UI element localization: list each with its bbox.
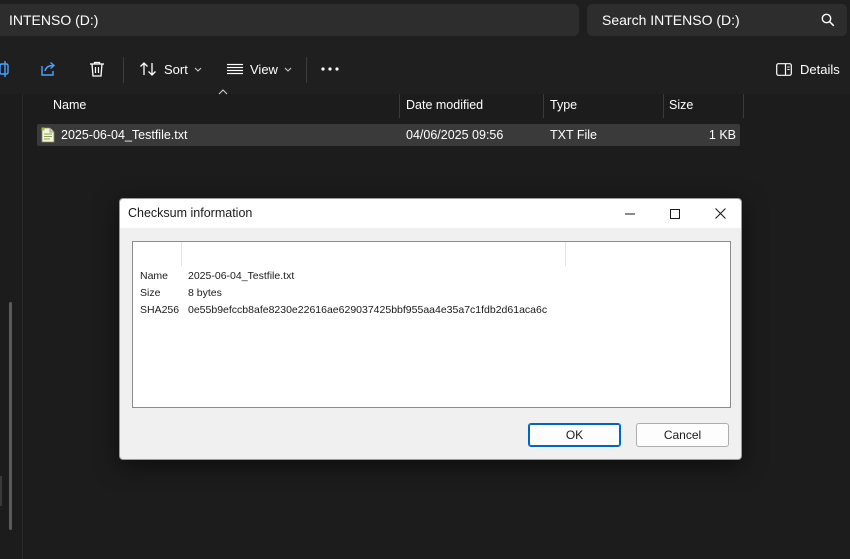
column-divider[interactable]: [743, 94, 744, 118]
size-value: 8 bytes: [188, 287, 222, 299]
details-pane-icon: [776, 62, 792, 76]
command-bar: Sort View Details: [0, 44, 850, 94]
file-size: 1 KB: [708, 128, 736, 142]
search-icon[interactable]: [821, 13, 835, 27]
address-path: INTENSO (D:): [9, 12, 99, 28]
name-value: 2025-06-04_Testfile.txt: [188, 270, 295, 282]
chevron-down-icon: [284, 67, 292, 72]
more-icon: [321, 67, 339, 71]
address-bar[interactable]: INTENSO (D:): [0, 4, 579, 36]
share-icon: [41, 61, 56, 76]
sort-button[interactable]: Sort: [139, 44, 202, 94]
dialog-titlebar[interactable]: Checksum information: [120, 199, 741, 228]
rename-button[interactable]: [0, 44, 14, 94]
rename-icon: [0, 61, 9, 77]
search-box[interactable]: Search INTENSO (D:): [587, 4, 847, 36]
sort-icon: [140, 62, 156, 76]
close-button[interactable]: [697, 199, 743, 228]
file-date-modified: 04/06/2025 09:56: [406, 128, 504, 142]
view-label: View: [250, 61, 278, 77]
minimize-button[interactable]: [607, 199, 653, 228]
sort-ascending-caret-icon: [218, 89, 228, 95]
more-options-button[interactable]: [321, 44, 341, 94]
column-header-type[interactable]: Type: [550, 94, 577, 118]
maximize-icon: [670, 208, 680, 219]
maximize-button[interactable]: [652, 199, 698, 228]
hash-value: 0e55b9efccb8afe8230e22616ae629037425bbf9…: [188, 304, 548, 316]
details-label: Details: [800, 61, 840, 77]
column-header-date-modified[interactable]: Date modified: [406, 94, 483, 118]
toolbar-divider: [123, 57, 124, 83]
dialog-title: Checksum information: [128, 206, 253, 220]
column-divider[interactable]: [663, 94, 664, 118]
column-divider[interactable]: [399, 94, 400, 118]
file-name: 2025-06-04_Testfile.txt: [61, 128, 188, 142]
chevron-down-icon: [194, 67, 202, 72]
view-button[interactable]: View: [227, 44, 292, 94]
details-pane-button[interactable]: Details: [776, 44, 840, 94]
ok-button[interactable]: OK: [528, 423, 621, 447]
column-header-size[interactable]: Size: [669, 94, 693, 118]
name-label: Name: [140, 270, 169, 282]
address-bar-area: INTENSO (D:) Search INTENSO (D:): [0, 0, 850, 44]
checksum-list[interactable]: Name 2025-06-04_Testfile.txt Size 8 byte…: [132, 241, 731, 408]
toolbar-divider: [306, 57, 307, 83]
delete-button[interactable]: [88, 44, 108, 94]
trash-icon: [90, 61, 104, 77]
text-file-icon: [41, 127, 55, 143]
navigation-scrollbar[interactable]: [9, 302, 12, 530]
checksum-dialog: Checksum information Name 2025-06-04_Tes…: [119, 198, 742, 460]
minimize-icon: [625, 213, 635, 214]
hash-label: SHA256: [140, 304, 180, 316]
list-column-divider: [181, 242, 182, 266]
navigation-edge: [0, 476, 2, 506]
view-lines-icon: [227, 63, 243, 75]
column-header-name[interactable]: Name: [53, 94, 86, 118]
list-column-divider: [565, 242, 566, 266]
file-type: TXT File: [550, 128, 597, 142]
close-icon: [714, 208, 726, 219]
sort-label: Sort: [164, 61, 188, 77]
file-row[interactable]: 2025-06-04_Testfile.txt 04/06/2025 09:56…: [37, 124, 740, 146]
search-placeholder: Search INTENSO (D:): [602, 12, 740, 28]
cancel-button[interactable]: Cancel: [636, 423, 729, 447]
share-button[interactable]: [39, 44, 61, 94]
size-label: Size: [140, 287, 161, 299]
column-divider[interactable]: [543, 94, 544, 118]
